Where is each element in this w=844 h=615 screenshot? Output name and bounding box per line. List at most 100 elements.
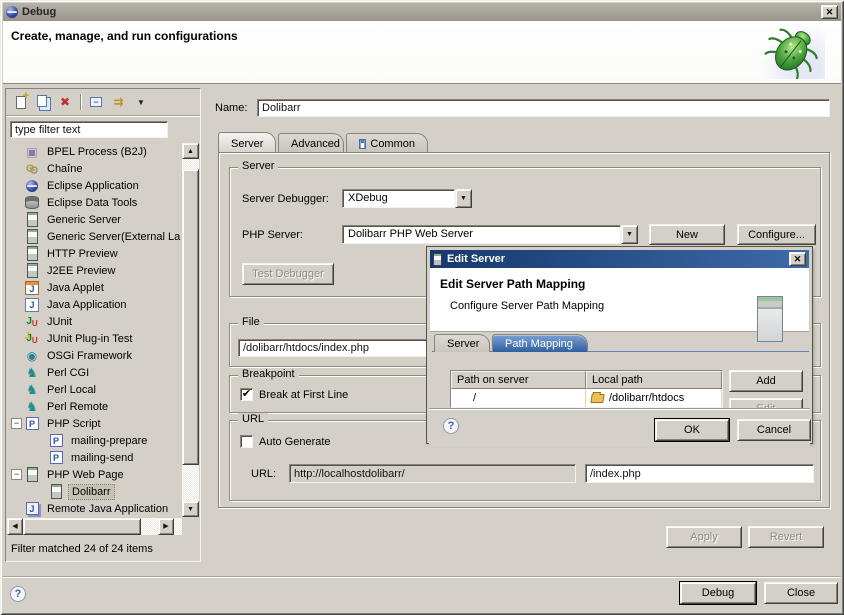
cancel-button[interactable]: Cancel [737, 419, 811, 441]
menu-dropdown-icon[interactable]: ▼ [129, 92, 151, 113]
new-server-button[interactable]: New [649, 224, 725, 245]
tree-item-label: mailing-send [68, 451, 136, 465]
php-web-page-icon [48, 484, 64, 499]
dialog-title: Edit Server [447, 253, 505, 265]
column-local-path[interactable]: Local path [586, 371, 722, 389]
dialog-titlebar[interactable]: Edit Server ✕ [430, 250, 809, 268]
mapping-row[interactable]: //dolibarr/htdocs [451, 389, 722, 407]
tree-item-mailing-send[interactable]: mailing-send [7, 449, 199, 466]
scroll-right-icon[interactable]: ▶ [158, 518, 174, 535]
tree-item-generic-server[interactable]: Generic Server [7, 211, 199, 228]
tree-item-java-applet[interactable]: Java Applet [7, 279, 199, 296]
php-server-select[interactable]: Dolibarr PHP Web Server ▼ [342, 225, 638, 244]
dialog-header: Edit Server Path Mapping Configure Serve… [430, 268, 809, 332]
tree-item-http-preview[interactable]: HTTP Preview [7, 245, 199, 262]
server-debugger-value: XDebug [342, 189, 455, 208]
tree-item-perl-cgi[interactable]: Perl CGI [7, 364, 199, 381]
sidebar-toolbar: ✖ − ⇉ ▼ [6, 89, 200, 116]
tree-item-java-application[interactable]: Java Application [7, 296, 199, 313]
tree-item-junit[interactable]: JUnit [7, 313, 199, 330]
close-button[interactable]: Close [764, 582, 838, 604]
column-path-on-server[interactable]: Path on server [451, 371, 586, 389]
tree-item-php-script[interactable]: −PHP Script [7, 415, 199, 432]
tree-item-eclipse-application[interactable]: Eclipse Application [7, 177, 199, 194]
breakpoint-group-title: Breakpoint [238, 368, 299, 380]
scroll-thumb[interactable] [182, 169, 199, 465]
ok-button[interactable]: OK [655, 419, 729, 441]
chevron-down-icon[interactable]: ▼ [455, 189, 472, 208]
php-server-value: Dolibarr PHP Web Server [342, 225, 621, 244]
tab-server[interactable]: Server [218, 132, 276, 152]
new-configuration-icon[interactable] [10, 92, 32, 113]
tree-item-eclipse-data-tools[interactable]: Eclipse Data Tools [7, 194, 199, 211]
break-first-line-checkbox[interactable]: ✔ [240, 388, 253, 401]
dialog-close-icon[interactable]: ✕ [789, 252, 806, 266]
url-label: URL: [251, 468, 276, 480]
tree-item-junit-plug-in-test[interactable]: JUnit Plug-in Test [7, 330, 199, 347]
tree-item-label: Generic Server(External La [44, 230, 183, 244]
filter-icon[interactable]: ⇉ [107, 92, 129, 113]
osgi-framework-icon [24, 348, 40, 363]
configure-server-button[interactable]: Configure... [737, 224, 816, 245]
tree-indent [11, 231, 22, 242]
filter-input[interactable] [10, 121, 168, 138]
debug-button[interactable]: Debug [680, 582, 756, 604]
bpel-process-icon [24, 144, 40, 159]
dialog-tab-server[interactable]: Server [434, 334, 490, 352]
tree-vertical-scrollbar[interactable]: ▲ ▼ [182, 143, 199, 517]
auto-generate-checkbox[interactable] [240, 435, 253, 448]
tree-item-perl-local[interactable]: Perl Local [7, 381, 199, 398]
collapse-all-icon[interactable]: − [85, 92, 107, 113]
chevron-down-icon[interactable]: ▼ [621, 225, 638, 244]
tree-item-label: Remote Java Application [44, 502, 171, 516]
scroll-down-icon[interactable]: ▼ [182, 501, 199, 517]
tree-item-mailing-prepare[interactable]: mailing-prepare [7, 432, 199, 449]
url-base-input[interactable] [289, 464, 576, 483]
add-mapping-button[interactable]: Add [729, 370, 803, 392]
tree-horizontal-scrollbar[interactable]: ◀ ▶ [7, 518, 182, 535]
remote-java-icon [24, 501, 40, 516]
close-icon[interactable]: ✕ [821, 5, 838, 19]
scroll-left-icon[interactable]: ◀ [7, 518, 23, 535]
tree-item-perl-remote[interactable]: Perl Remote [7, 398, 199, 415]
tree-item-php-web-page[interactable]: −PHP Web Page [7, 466, 199, 483]
help-icon[interactable]: ? [10, 586, 26, 602]
tree-item-cha-ne[interactable]: Chaîne [7, 160, 199, 177]
name-input[interactable] [257, 99, 830, 117]
duplicate-icon[interactable] [32, 92, 54, 113]
server-group-title: Server [238, 160, 278, 172]
revert-button[interactable]: Revert [748, 526, 824, 548]
tree-item-bpel-process-b2j[interactable]: BPEL Process (B2J) [7, 143, 199, 160]
collapse-expander-icon[interactable]: − [11, 469, 22, 480]
tab-advanced[interactable]: Advanced [278, 133, 344, 152]
tab-common[interactable]: Common [346, 133, 428, 152]
tree-item-label: OSGi Framework [44, 349, 135, 363]
tree-item-label: Eclipse Application [44, 179, 142, 193]
scroll-up-icon[interactable]: ▲ [182, 143, 199, 159]
tree-item-j2ee-preview[interactable]: J2EE Preview [7, 262, 199, 279]
url-path-input[interactable] [585, 464, 814, 483]
tree-item-remote-java-application[interactable]: Remote Java Application [7, 500, 199, 517]
collapse-expander-icon[interactable]: − [11, 418, 22, 429]
dialog-help-icon[interactable]: ? [443, 418, 459, 434]
tree-item-label: Perl Local [44, 383, 99, 397]
server-debugger-select[interactable]: XDebug ▼ [342, 189, 472, 208]
dialog-tab-path-mapping[interactable]: Path Mapping [492, 334, 588, 352]
tree-item-label: BPEL Process (B2J) [44, 145, 150, 159]
junit-icon [24, 314, 40, 329]
tree-item-label: Perl CGI [44, 366, 92, 380]
window-titlebar[interactable]: Debug ✕ [3, 3, 841, 21]
page-title: Create, manage, and run configurations [11, 29, 238, 43]
tree-item-osgi-framework[interactable]: OSGi Framework [7, 347, 199, 364]
tree-item-dolibarr[interactable]: Dolibarr [7, 483, 199, 500]
delete-icon[interactable]: ✖ [54, 92, 76, 113]
tree-item-generic-server-external-la[interactable]: Generic Server(External La [7, 228, 199, 245]
edit-server-dialog: Edit Server ✕ Edit Server Path Mapping C… [427, 247, 812, 443]
apply-button[interactable]: Apply [666, 526, 742, 548]
tree-indent [11, 333, 22, 344]
scroll-thumb[interactable] [23, 518, 141, 535]
test-debugger-button[interactable]: Test Debugger [242, 263, 334, 285]
tree-indent [11, 282, 22, 293]
tree-indent [11, 265, 22, 276]
tree-item-label: Eclipse Data Tools [44, 196, 140, 210]
